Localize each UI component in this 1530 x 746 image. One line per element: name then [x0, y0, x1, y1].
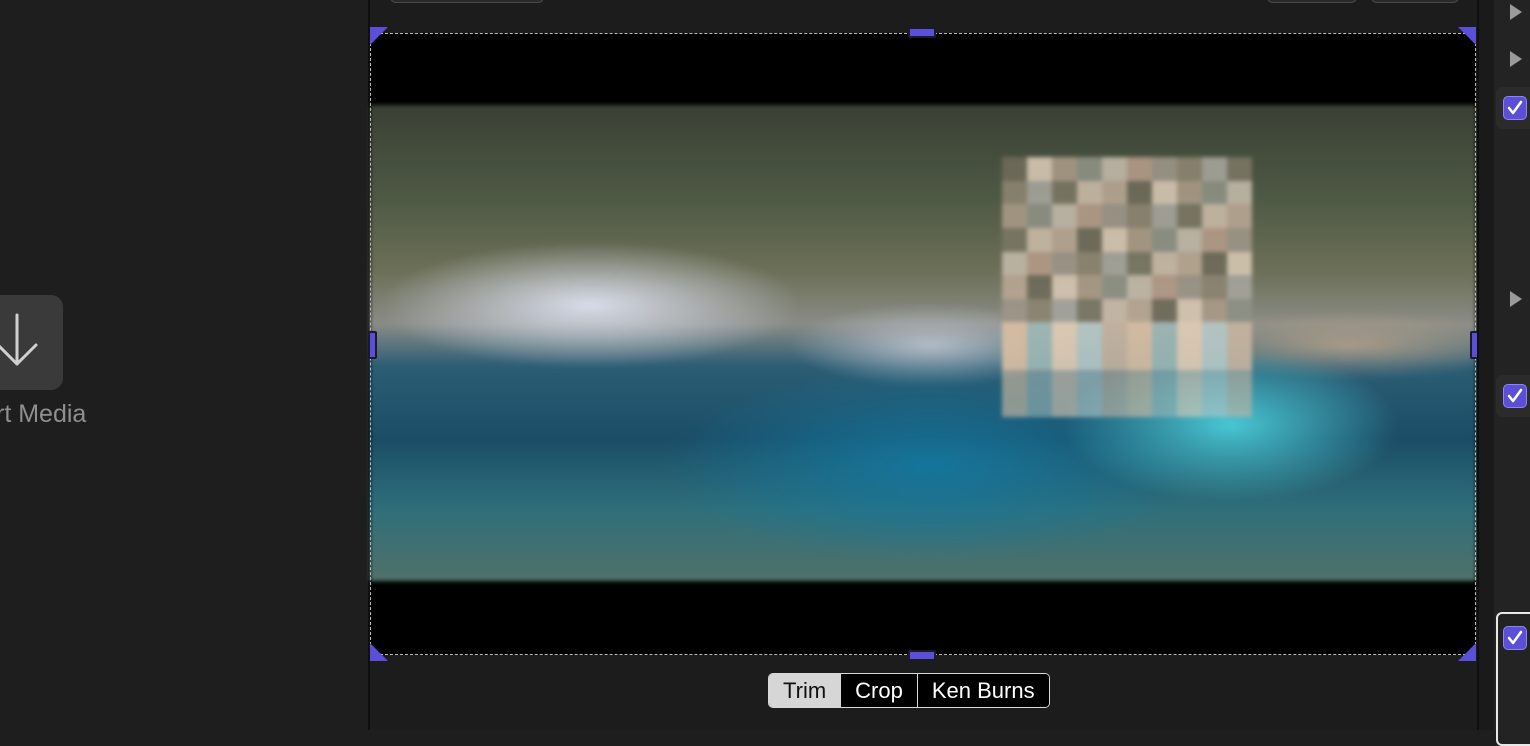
enable-checkbox[interactable] [1503, 626, 1527, 650]
checkmark-icon [1507, 100, 1523, 115]
toolbar-button[interactable] [1267, 0, 1357, 3]
crop-handle-bottom[interactable] [908, 650, 936, 661]
tab-crop[interactable]: Crop [840, 674, 917, 707]
disclosure-triangle-icon[interactable] [1510, 51, 1522, 67]
crop-handle-left[interactable] [368, 331, 377, 359]
import-media-button[interactable] [0, 295, 63, 390]
crop-corner-top-right[interactable] [1458, 27, 1476, 45]
inspector-row [1496, 375, 1530, 417]
inspector-row-selected[interactable] [1496, 612, 1530, 746]
edit-mode-segmented-control: Trim Crop Ken Burns [768, 673, 1050, 708]
disclosure-triangle-icon[interactable] [1510, 291, 1522, 307]
tab-trim[interactable]: Trim [769, 674, 841, 707]
enable-checkbox[interactable] [1503, 384, 1527, 408]
download-arrow-icon [0, 313, 38, 366]
crop-corner-top-left[interactable] [370, 27, 388, 45]
toolbar-button[interactable] [1371, 0, 1459, 3]
tab-ken-burns[interactable]: Ken Burns [916, 674, 1049, 707]
viewer: Trim Crop Ken Burns [368, 0, 1479, 730]
checkmark-icon [1507, 630, 1523, 645]
crop-corner-bottom-left[interactable] [370, 643, 388, 661]
enable-checkbox[interactable] [1503, 96, 1527, 120]
crop-corner-bottom-right[interactable] [1458, 643, 1476, 661]
toolbar-button[interactable] [390, 0, 544, 3]
disclosure-triangle-icon[interactable] [1510, 4, 1522, 20]
crop-frame[interactable] [370, 33, 1476, 655]
inspector-row [1496, 87, 1530, 129]
crop-handle-top[interactable] [908, 27, 936, 38]
checkmark-icon [1507, 388, 1523, 403]
import-media-label: rt Media [0, 400, 87, 428]
media-browser-panel: rt Media [0, 0, 368, 730]
inspector-panel [1494, 0, 1530, 746]
